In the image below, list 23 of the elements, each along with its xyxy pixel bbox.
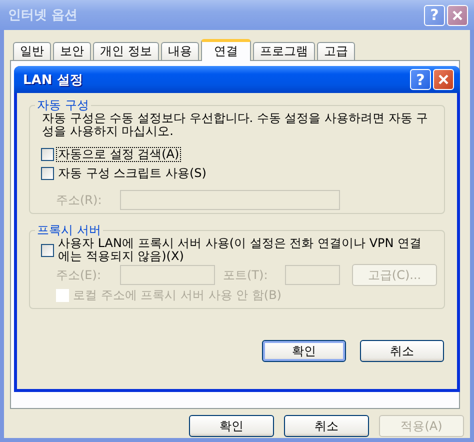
field-label: 주소(E): xyxy=(56,266,102,284)
dialog-title: LAN 설정 xyxy=(23,72,83,88)
button[interactable]: 확인 xyxy=(262,340,346,362)
field-label: 포트(T): xyxy=(223,266,269,284)
tab[interactable]: 일반 xyxy=(13,42,51,60)
checkbox-label[interactable]: 자동으로 설정 검색(A) xyxy=(57,148,180,161)
button[interactable]: 취소 xyxy=(360,340,444,362)
tab[interactable]: 개인 정보 xyxy=(93,42,159,60)
field-label: 주소(R): xyxy=(56,192,103,208)
group-title: 자동 구성 xyxy=(36,98,90,112)
button[interactable]: 취소 xyxy=(284,415,369,437)
checkbox-label[interactable]: 자동 구성 스크립트 사용(S) xyxy=(57,167,208,180)
button[interactable]: 확인 xyxy=(189,415,274,437)
tab[interactable]: 고급 xyxy=(316,42,355,60)
group-title: 프록시 서버 xyxy=(36,223,102,237)
help-button[interactable]: ? xyxy=(410,69,431,90)
description-text: 자동 구성은 수동 설정보다 우선합니다. 수동 설정을 사용하려면 자동 구성을 사용하지 마십시오. xyxy=(42,112,430,138)
tab[interactable]: 내용 xyxy=(160,42,199,60)
tab[interactable]: 연결 xyxy=(200,39,251,61)
checkbox-label[interactable]: 사용자 LAN에 프록시 서버 사용(이 설정은 전화 연결이나 VPN 연결에는 적용되지 않음)(X) xyxy=(57,237,430,263)
tab[interactable]: 보안 xyxy=(53,42,91,60)
window-title: 인터넷 옵션 xyxy=(8,7,78,24)
tab[interactable]: 프로그램 xyxy=(252,42,315,60)
